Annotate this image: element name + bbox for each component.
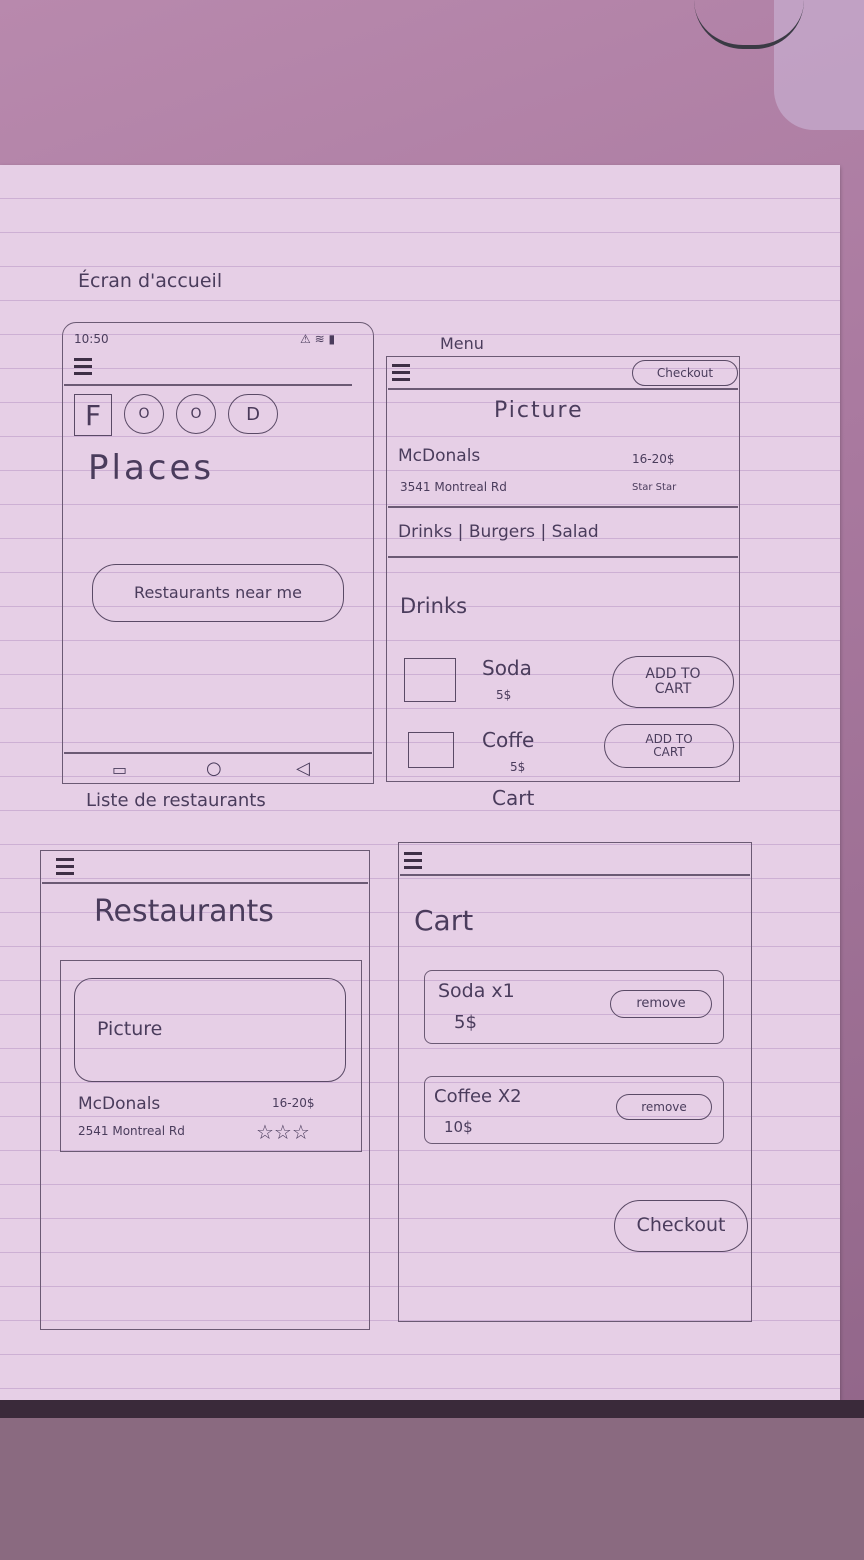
hamburger-icon[interactable] — [404, 852, 422, 870]
menu-rating: Star Star — [632, 482, 677, 493]
add-to-cart-button[interactable]: ADD TO CART — [604, 724, 734, 768]
logo-letter: F — [74, 394, 112, 436]
section-drinks: Drinks — [400, 594, 468, 618]
phone-accueil — [62, 322, 374, 784]
hamburger-icon[interactable] — [74, 358, 92, 376]
table-surface — [0, 1418, 864, 1560]
menu-hours: 16-20$ — [632, 452, 675, 466]
caption-accueil: Écran d'accueil — [78, 270, 223, 292]
hamburger-icon[interactable] — [392, 364, 410, 382]
cart-item-line: Coffee X2 — [434, 1086, 522, 1107]
remove-button[interactable]: remove — [610, 990, 712, 1018]
checkout-button[interactable]: Checkout — [632, 360, 738, 386]
rating-stars: ☆☆☆ — [256, 1120, 310, 1144]
menu-categories[interactable]: Drinks | Burgers | Salad — [398, 522, 599, 542]
menu-restaurant-name: McDonals — [398, 446, 481, 466]
caption-cart: Cart — [492, 786, 535, 810]
caption-liste: Liste de restaurants — [86, 790, 266, 811]
cart-item-price: 10$ — [444, 1118, 473, 1136]
navbar-divider — [64, 752, 372, 754]
menu-picture: Picture — [494, 398, 584, 423]
cart-item-price: 5$ — [454, 1012, 477, 1033]
appbar-divider — [388, 388, 738, 390]
restaurants-title: Restaurants — [94, 894, 274, 929]
soda-price: 5$ — [496, 688, 512, 702]
cart-checkout-button[interactable]: Checkout — [614, 1200, 748, 1252]
add-to-cart-button[interactable]: ADD TO CART — [612, 656, 734, 708]
caption-menu: Menu — [440, 334, 484, 353]
status-time: 10:50 — [74, 332, 109, 346]
logo-food: F O O D — [74, 394, 278, 436]
nav-recent-icon[interactable]: ▭ — [112, 760, 127, 779]
restaurant-picture: Picture — [74, 978, 346, 1082]
status-icons: ⚠ ≋ ▮ — [300, 332, 336, 346]
restaurant-address: 2541 Montreal Rd — [78, 1124, 185, 1138]
categories-divider — [388, 556, 738, 558]
logo-letter: O — [124, 394, 164, 434]
cart-title: Cart — [414, 904, 474, 937]
coffe-picture — [408, 732, 454, 768]
soda-name: Soda — [482, 656, 532, 680]
hamburger-icon[interactable] — [56, 858, 74, 876]
nav-home-icon[interactable]: ○ — [206, 758, 222, 779]
restaurant-name: McDonals — [78, 1094, 161, 1114]
logo-letter: O — [176, 394, 216, 434]
appbar-divider — [400, 874, 750, 876]
coffe-name: Coffe — [482, 728, 535, 752]
appbar-divider — [64, 384, 352, 386]
soda-picture — [404, 658, 456, 702]
remove-button[interactable]: remove — [616, 1094, 712, 1120]
restaurants-near-me-button[interactable]: Restaurants near me — [92, 564, 344, 622]
places-title: Places — [88, 448, 215, 488]
menu-address: 3541 Montreal Rd — [400, 480, 507, 494]
coffe-price: 5$ — [510, 760, 526, 774]
logo-letter: D — [228, 394, 278, 434]
info-divider — [388, 506, 738, 508]
restaurant-hours: 16-20$ — [272, 1096, 315, 1110]
appbar-divider — [42, 882, 368, 884]
cart-item-line: Soda x1 — [438, 980, 515, 1002]
nav-back-icon[interactable]: ◁ — [296, 758, 310, 779]
notebook-binding — [0, 1400, 864, 1418]
